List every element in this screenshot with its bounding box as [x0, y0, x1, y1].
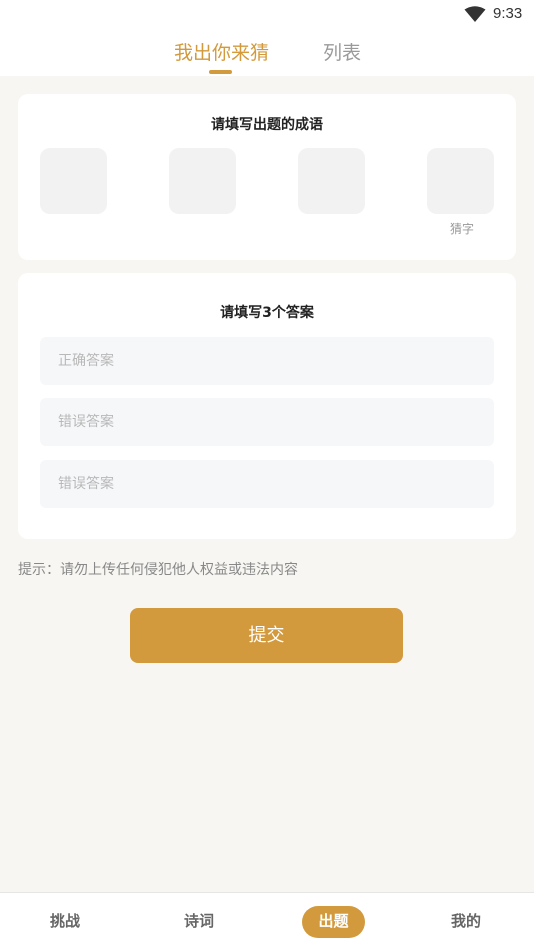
tab-list[interactable]: 列表 — [323, 38, 361, 65]
active-tab-indicator — [209, 70, 232, 74]
status-time: 9:33 — [493, 5, 523, 22]
nav-item-create-question-label: 出题 — [318, 912, 349, 930]
correct-answer-input[interactable] — [40, 337, 494, 385]
submit-button[interactable]: 提交 — [130, 608, 403, 663]
idiom-char-box-2[interactable] — [169, 148, 236, 214]
idiom-char-box-4[interactable] — [427, 148, 494, 214]
bottom-nav: 挑战 诗词 出题 我的 — [0, 892, 534, 949]
tab-guess-game[interactable]: 我出你来猜 — [174, 38, 269, 65]
nav-item-challenge[interactable]: 挑战 — [50, 910, 80, 931]
hint-text: 提示：请勿上传任何侵犯他人权益或违法内容 — [18, 562, 298, 578]
idiom-char-box-1[interactable] — [40, 148, 107, 214]
idiom-card-title: 请填写出题的成语 — [211, 117, 323, 133]
idiom-card: 请填写出题的成语 猜字 — [18, 94, 516, 260]
wifi-icon — [464, 6, 486, 22]
answers-card-title: 请填写3个答案 — [220, 305, 314, 321]
wrong-answer-input-1[interactable] — [40, 398, 494, 446]
nav-item-create-question[interactable]: 出题 — [302, 906, 365, 938]
guess-char-label: 猜字 — [450, 222, 475, 236]
nav-item-poetry[interactable]: 诗词 — [184, 910, 214, 931]
nav-item-mine[interactable]: 我的 — [451, 910, 481, 931]
answers-card: 请填写3个答案 — [18, 273, 516, 539]
status-bar: 9:33 — [0, 0, 534, 28]
top-header: 9:33 我出你来猜 列表 — [0, 0, 534, 76]
idiom-char-box-3[interactable] — [298, 148, 365, 214]
wrong-answer-input-2[interactable] — [40, 460, 494, 508]
